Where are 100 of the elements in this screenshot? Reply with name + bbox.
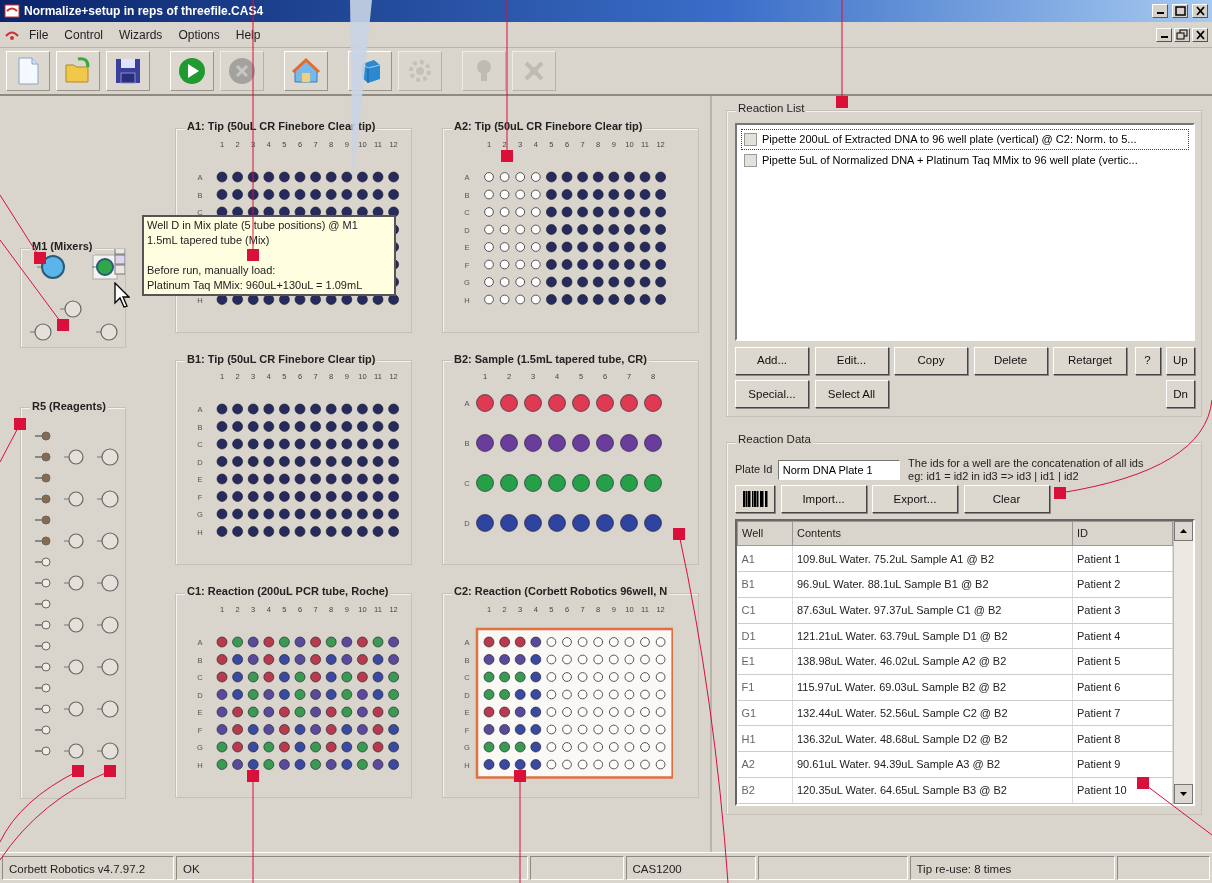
barcode-icon xyxy=(742,489,768,510)
checkbox[interactable] xyxy=(744,133,757,146)
menu-item[interactable]: Help xyxy=(228,23,268,46)
action-button[interactable]: ? xyxy=(1134,346,1161,375)
table-cell: 109.8uL Water. 75.2uL Sample A1 @ B2 xyxy=(792,545,1073,572)
table-cell: 120.35uL Water. 64.65uL Sample B3 @ B2 xyxy=(792,777,1073,804)
menu-item[interactable]: Control xyxy=(57,23,111,46)
scroll-down-icon[interactable] xyxy=(1174,783,1193,804)
play-icon xyxy=(176,55,208,87)
action-button[interactable]: Export... xyxy=(872,485,958,514)
table-cell: 121.21uL Water. 63.79uL Sample D1 @ B2 xyxy=(792,623,1073,649)
table-cell: 96.9uL Water. 88.1uL Sample B1 @ B2 xyxy=(792,571,1073,598)
action-button[interactable]: Up xyxy=(1166,346,1195,375)
table-cell: 136.32uL Water. 48.68uL Sample D2 @ B2 xyxy=(792,725,1073,752)
status-pane: OK xyxy=(176,856,528,880)
table-cell: 115.97uL Water. 69.03uL Sample B2 @ B2 xyxy=(792,674,1073,701)
scrollbar[interactable] xyxy=(1173,520,1193,804)
table-cell: Patient 2 xyxy=(1072,571,1173,598)
table-cell: Patient 5 xyxy=(1072,648,1173,675)
maximize-icon xyxy=(1173,5,1187,17)
action-button[interactable]: Import... xyxy=(780,485,867,514)
callout-marker xyxy=(1137,777,1149,789)
table-cell: G1 xyxy=(737,700,793,726)
scroll-up-icon[interactable] xyxy=(1174,520,1193,541)
maximize-button[interactable] xyxy=(1172,4,1188,18)
table-cell: Patient 4 xyxy=(1072,623,1173,649)
callout-marker xyxy=(836,96,848,108)
callout-marker xyxy=(514,770,526,782)
action-button[interactable]: Edit... xyxy=(814,346,889,375)
close-button[interactable] xyxy=(1192,27,1208,42)
table-cell: A1 xyxy=(737,545,793,572)
table-cell: 138.98uL Water. 46.02uL Sample A2 @ B2 xyxy=(792,648,1073,675)
column-header[interactable]: Contents xyxy=(792,521,1073,546)
action-button[interactable]: Select All xyxy=(814,380,889,409)
restore-button[interactable] xyxy=(1174,27,1190,42)
table-cell: Patient 3 xyxy=(1072,597,1173,624)
menu-item[interactable]: Wizards xyxy=(112,23,170,46)
close-icon xyxy=(1193,28,1207,41)
hint-text: The ids for a well are the concatenation of all ids xyxy=(908,456,1144,470)
table-cell: B1 xyxy=(737,571,793,598)
barcode-button[interactable] xyxy=(735,485,775,514)
table-cell: Patient 7 xyxy=(1072,700,1173,726)
callout-marker xyxy=(1054,487,1066,499)
action-button[interactable]: Special... xyxy=(735,380,809,409)
table-cell: Patient 6 xyxy=(1072,674,1173,701)
action-button[interactable]: Delete xyxy=(973,346,1048,375)
close-icon xyxy=(1193,5,1207,17)
callout-marker xyxy=(14,418,26,430)
action-button[interactable]: Retarget xyxy=(1053,346,1127,375)
toolbar-button[interactable] xyxy=(106,51,150,91)
callout-marker xyxy=(72,765,84,777)
plate-id-field[interactable]: Norm DNA Plate 1 xyxy=(777,459,900,480)
table-cell: Patient 9 xyxy=(1072,751,1173,778)
status-pane: Corbett Robotics v4.7.97.2 xyxy=(2,856,174,880)
app-icon xyxy=(4,4,20,18)
restore-icon xyxy=(1175,28,1189,41)
tooltip-line: Before run, manually load: xyxy=(147,263,277,278)
checkbox[interactable] xyxy=(744,153,757,167)
status-pane: CAS1200 xyxy=(625,856,756,880)
minimize-icon xyxy=(1156,12,1164,14)
minimize-button[interactable] xyxy=(1152,4,1168,18)
table-cell: C1 xyxy=(737,597,793,624)
close-button[interactable] xyxy=(1192,4,1208,18)
table-cell: A2 xyxy=(737,751,793,778)
hint-text: eg: id1 = id2 in id3 => id3 | id1 | id2 xyxy=(908,469,1080,483)
reaction-list-item[interactable]: Pipette 5uL of Normalized DNA + Platinum Taq MMix to 96 well plate (vertic... xyxy=(741,149,1189,171)
tooltip-line: Well D in Mix plate (5 tube positions) @ M1 xyxy=(147,218,359,233)
table-cell: B2 xyxy=(737,777,793,804)
window-title: Normalize+setup in reps of threefile.CAS4 xyxy=(24,3,265,20)
menu-item[interactable]: Options xyxy=(171,23,227,46)
field-label: Plate Id xyxy=(735,462,773,478)
callout-marker xyxy=(247,770,259,782)
table-cell: Patient 1 xyxy=(1072,545,1173,572)
table-cell: Patient 8 xyxy=(1072,725,1173,752)
callout-marker xyxy=(247,249,259,261)
action-button[interactable]: Dn xyxy=(1166,380,1195,409)
callout-marker xyxy=(34,252,46,264)
reaction-list-item[interactable]: Pipette 200uL of Extracted DNA to 96 well plate (vertical) @ C2: Norm. to 5... xyxy=(741,129,1189,150)
tooltip-line: 1.5mL tapered tube (Mix) xyxy=(147,233,271,248)
table-cell: F1 xyxy=(737,674,793,701)
table-cell: 90.61uL Water. 94.39uL Sample A3 @ B2 xyxy=(792,751,1073,778)
action-button[interactable]: Clear xyxy=(963,485,1050,514)
table-cell: H1 xyxy=(737,725,793,752)
menu-item[interactable]: File xyxy=(22,23,56,46)
table-cell: 87.63uL Water. 97.37uL Sample C1 @ B2 xyxy=(792,597,1073,624)
callout-marker xyxy=(57,319,69,331)
minimize-button[interactable] xyxy=(1156,27,1172,42)
column-header[interactable]: ID xyxy=(1072,521,1173,546)
action-button[interactable]: Copy xyxy=(894,346,968,375)
action-button[interactable]: Add... xyxy=(735,346,809,375)
callout-marker xyxy=(501,150,513,162)
spin-control xyxy=(114,248,125,274)
status-pane: Tip re-use: 8 times xyxy=(909,856,1115,880)
stop-icon xyxy=(226,55,258,87)
tooltip-line: Platinum Taq MMix: 960uL+130uL = 1.09mL xyxy=(147,278,364,293)
callout-marker xyxy=(104,765,116,777)
column-header[interactable]: Well xyxy=(737,521,793,546)
minimize-icon xyxy=(1160,35,1168,38)
mouse-cursor-icon xyxy=(114,282,130,308)
table-cell: 132.44uL Water. 52.56uL Sample C2 @ B2 xyxy=(792,700,1073,726)
